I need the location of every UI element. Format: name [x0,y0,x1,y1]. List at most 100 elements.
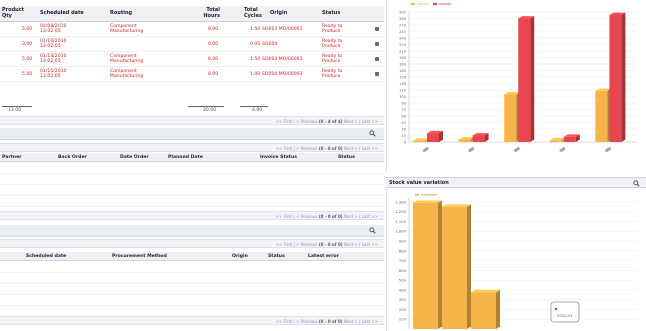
col-routing[interactable]: Routing [110,10,132,17]
col-scheduled-date[interactable]: Scheduled date [26,254,66,259]
pager-last[interactable]: Last >> [362,119,378,124]
pager-next[interactable]: Next > [344,242,358,247]
bar-top [471,289,500,293]
y-tick-label: 225 [399,43,406,47]
divider [240,106,268,107]
stock-value-header: Stock value variation [386,177,646,188]
pager-next[interactable]: Next > [344,119,358,124]
search-icon[interactable] [369,130,376,137]
section-header [0,128,384,140]
y-tick-label: 120 [399,89,407,93]
bar-side [496,289,500,329]
y-tick-label: 240 [399,37,407,41]
col-product-qty[interactable]: Product Qty [2,7,24,19]
search-icon[interactable] [633,180,640,187]
pager-last[interactable]: Last >> [362,146,378,151]
y-tick-label: 600 [399,268,407,273]
pager-controls: << First | < Previous (0 - 4 of 4) Next … [275,119,378,124]
pager-controls: << First | < Previous (0 - 0 of 0) Next … [275,319,378,324]
bar [518,18,531,142]
col-status[interactable]: Status [322,10,340,17]
bar [442,206,467,329]
pager-first[interactable]: << First [276,214,292,219]
bar-side [530,16,535,143]
y-tick-label: 500 [399,278,407,283]
table-row[interactable]: 5.00 01/14/2010 13:02:05 Component Manuf… [0,53,384,67]
cell-qty: 5.00 [22,27,33,32]
y-tick-label: 90 [401,102,406,106]
pager-first[interactable]: << First [276,242,292,247]
legend-swatch [415,194,419,196]
y-tick-label: 150 [399,76,407,80]
edit-icon[interactable] [375,27,379,31]
pager-previous[interactable]: < Previous [296,214,318,219]
pager-next[interactable]: Next > [344,214,358,219]
cell-date: 01/10/2010 13:02:05 [40,39,67,50]
edit-icon[interactable] [375,42,379,46]
y-tick-label: 700 [399,258,407,263]
pager-first[interactable]: << First [276,319,292,324]
y-tick-label: 210 [399,50,407,54]
pager-last[interactable]: Last >> [362,319,378,324]
table-row[interactable]: 5.00 01/08/2010 13:02:05 Component Manuf… [0,23,384,37]
edit-icon[interactable] [375,72,379,76]
x-tick-label [559,146,566,153]
pager-previous[interactable]: < Previous [296,146,318,151]
bar [472,135,485,142]
col-scheduled-date[interactable]: Scheduled date [40,10,84,17]
table-row[interactable]: 5.00 01/15/2010 13:02:05 Component Manuf… [0,68,384,82]
x-tick-label [422,146,430,153]
production-chart: 0 15 30 45 60 75 90 105 120 135 150 165 180 195 210 225… [386,0,646,172]
cell-cycles: 1.00 [250,72,261,77]
bar [549,140,562,142]
legend-swatch [411,3,415,5]
col-back-order[interactable]: Back Order [58,155,87,160]
col-status[interactable]: Status [268,254,285,259]
col-status[interactable]: Status [338,155,355,160]
y-tick-label: 45 [401,121,406,125]
y-tick-label: 60 [401,115,406,119]
col-origin[interactable]: Origin [270,10,287,17]
pager-previous[interactable]: < Previous [296,242,318,247]
cell-qty: 3.00 [22,42,33,47]
divider [2,106,32,107]
total-hours: 20.00 [203,108,217,113]
col-procurement-method[interactable]: Procurement Method [112,254,167,259]
edit-icon[interactable] [375,57,379,61]
y-tick-label: 135 [399,82,406,86]
pager-next[interactable]: Next > [344,146,358,151]
pager-next[interactable]: Next > [344,319,358,324]
search-icon[interactable] [369,227,376,234]
bar-side [467,204,471,329]
bar [427,133,439,142]
stock-value-chart-svg: 100 200 300 400 500 600 700 800 900 1,000 1,100 1,2… [395,194,637,329]
col-date-order[interactable]: Date Order [120,155,149,160]
cell-hours: 8.00 [208,57,219,62]
cell-status: Ready to Produce [322,69,343,80]
cell-origin: SO004 MO/00003 [262,72,303,77]
y-tick-label: 180 [399,63,407,67]
pager-first[interactable]: << First [276,146,292,151]
y-tick-label: 900 [399,239,407,244]
col-total-cycles[interactable]: Total Cycles [244,7,262,19]
legend-label [417,3,429,5]
col-latest-error[interactable]: Latest error [308,254,339,259]
table-row[interactable]: 3.00 01/10/2010 13:02:05 0.00 0.00 SO004… [0,38,384,52]
pager-first[interactable]: << First [276,119,292,124]
invoices-list [0,163,384,211]
y-tick-label: 1,200 [395,209,406,214]
bar-top [413,200,442,203]
pager-last[interactable]: Last >> [362,242,378,247]
pager-last[interactable]: Last >> [362,214,378,219]
col-partner[interactable]: Partner [2,155,21,160]
cell-cycles: 1.50 [250,27,261,32]
col-origin[interactable]: Origin [232,254,248,259]
pager-previous[interactable]: < Previous [296,119,318,124]
pager: << First | < Previous (0 - 4 of 4) Next … [0,116,384,125]
col-invoice-status[interactable]: Invoice Status [260,155,297,160]
col-total-hours[interactable]: Total Hours [200,7,220,19]
pager: << First | < Previous (0 - 0 of 0) Next … [0,143,384,152]
col-planned-date[interactable]: Planned Date [168,155,203,160]
pager-previous[interactable]: < Previous [296,319,318,324]
chart-title: Stock value variation [389,180,449,186]
